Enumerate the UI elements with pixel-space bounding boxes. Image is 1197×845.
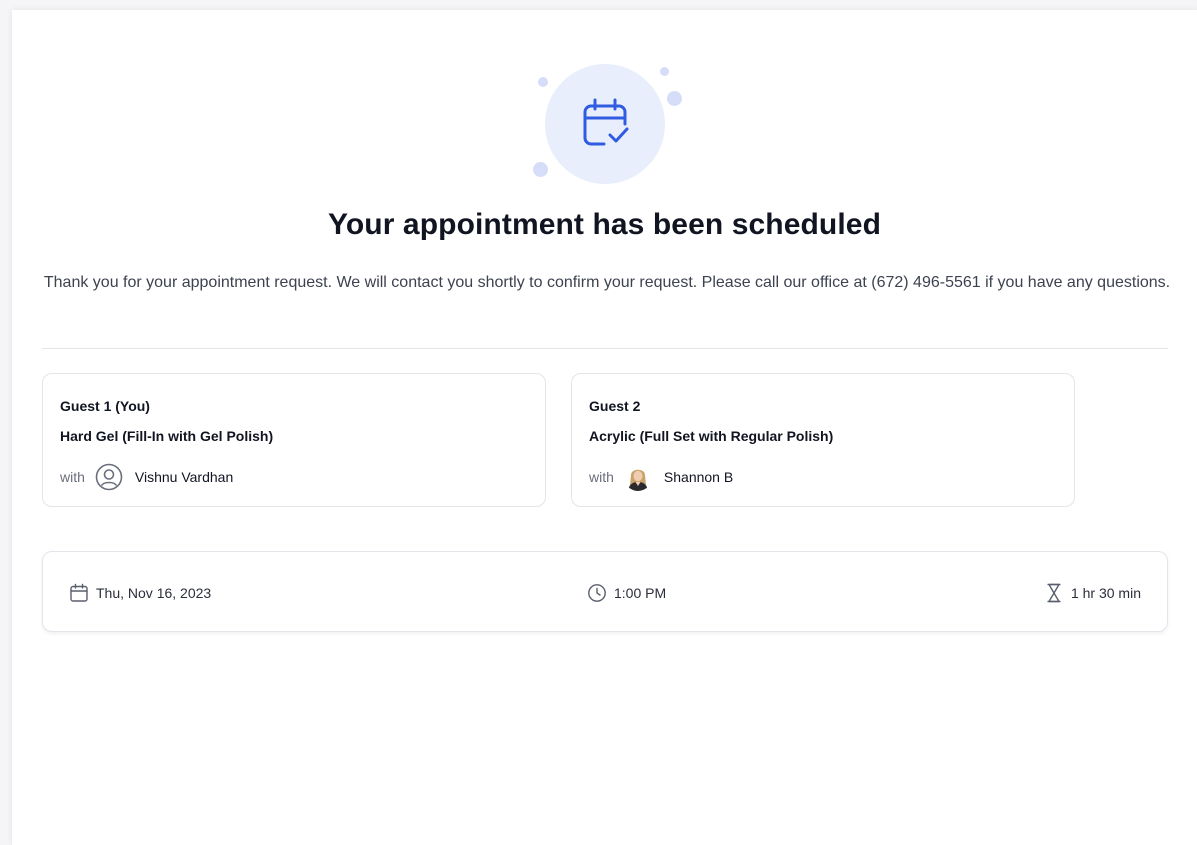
hero-icon-circle [545,64,665,184]
date-text: Thu, Nov 16, 2023 [96,584,212,601]
guest-title: Guest 2 [589,398,641,414]
staff-name: Vishnu Vardhan [134,469,234,485]
confirmation-message: Thank you for your appointment request. … [43,274,1171,291]
with-label: with [60,469,85,485]
page-title: Your appointment has been scheduled [327,208,882,241]
decor-dot [667,91,682,106]
summary-duration: 1 hr 30 min [1044,552,1141,633]
time-text: 1:00 PM [614,584,667,601]
hero-illustration [12,10,1197,200]
user-circle-icon [95,463,123,491]
guest-card-1: Guest 1 (You) Hard Gel (Fill-In with Gel… [42,373,546,507]
calendar-check-icon [583,98,629,146]
guest-staff-row: with Vishnu Vardhan [60,460,233,494]
decor-dot [660,67,669,76]
staff-photo-avatar [623,463,652,491]
clock-icon [587,583,607,603]
confirmation-panel: Your appointment has been scheduled Than… [12,10,1197,845]
guest-service: Hard Gel (Fill-In with Gel Polish) [60,428,274,444]
summary-time: 1:00 PM [587,552,666,633]
divider [42,348,1168,349]
staff-name: Shannon B [663,469,734,485]
decor-dot [533,162,548,177]
appointment-summary: Thu, Nov 16, 2023 1:00 PM 1 hr 30 min [42,551,1168,632]
guest-title: Guest 1 (You) [60,398,150,414]
decor-dot [538,77,548,87]
duration-text: 1 hr 30 min [1070,584,1141,601]
guest-card-2: Guest 2 Acrylic (Full Set with Regular P… [571,373,1075,507]
guest-service: Acrylic (Full Set with Regular Polish) [589,428,834,444]
with-label: with [589,469,614,485]
summary-date: Thu, Nov 16, 2023 [69,552,211,633]
guest-staff-row: with Shannon B [589,460,733,494]
hourglass-icon [1044,583,1064,603]
calendar-icon [69,583,89,603]
